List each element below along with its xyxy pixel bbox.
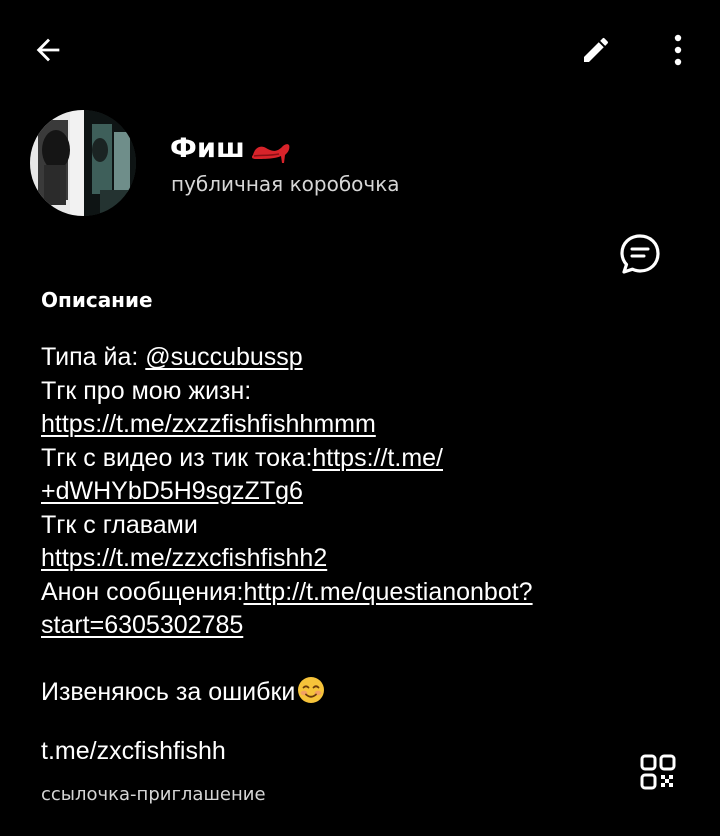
- description-body: Типа йа: @succubussp Тгк про мою жизн: h…: [41, 341, 691, 709]
- mention-link[interactable]: @succubussp: [145, 343, 302, 371]
- channel-name: Фиш: [170, 132, 245, 164]
- edit-button[interactable]: [570, 24, 622, 76]
- qr-code-icon: [640, 754, 676, 790]
- smiling-face-icon: [298, 676, 325, 703]
- channel-avatar[interactable]: [30, 110, 136, 216]
- anon-bot-link-cont[interactable]: start=6305302785: [41, 611, 243, 639]
- chat-bubble-icon: [620, 234, 660, 274]
- description-line: Извеняюсь за ошибки: [41, 676, 691, 710]
- description-line: Тгк с видео из тик тока:https://t.me/: [41, 442, 691, 476]
- arrow-left-icon: [36, 38, 60, 62]
- vertical-dots-icon: [674, 34, 682, 66]
- tiktok-channel-link[interactable]: https://t.me/: [312, 444, 443, 472]
- channel-title-row: Фиш: [170, 128, 291, 168]
- description-line: +dWHYbD5H9sgzZTg6: [41, 475, 691, 509]
- description-text: Типа йа:: [41, 343, 146, 371]
- high-heel-icon: [251, 144, 290, 163]
- comments-button[interactable]: [614, 228, 666, 280]
- qr-code-button[interactable]: [630, 748, 686, 796]
- description-line: Анон сообщения:http://t.me/questianonbot…: [41, 576, 691, 610]
- channel-type-label: публичная коробочка: [171, 172, 400, 196]
- back-button[interactable]: [22, 24, 74, 76]
- anon-bot-link[interactable]: http://t.me/questianonbot?: [244, 578, 533, 606]
- description-text: Анон сообщения:: [41, 577, 244, 606]
- avatar-photo: [30, 110, 136, 216]
- description-line: https://t.me/zxzzfishfishhmmm: [41, 408, 691, 442]
- description-heading: Описание: [41, 288, 153, 312]
- invite-link-caption: ссылочка-приглашение: [41, 784, 266, 805]
- life-channel-link[interactable]: https://t.me/zxzzfishfishhmmm: [41, 410, 376, 438]
- description-line: start=6305302785: [41, 609, 691, 643]
- tiktok-channel-link-cont[interactable]: +dWHYbD5H9sgzZTg6: [41, 477, 303, 505]
- description-text: Извеняюсь за ошибки: [41, 677, 296, 706]
- description-text: Тгк с видео из тик тока:: [41, 443, 313, 472]
- description-line: Типа йа: @succubussp: [41, 341, 691, 375]
- description-line: https://t.me/zzxcfishfishh2: [41, 542, 691, 576]
- description-line: Тгк про мою жизн:: [41, 376, 252, 405]
- description-line: Тгк с главами: [41, 510, 198, 539]
- chapters-channel-link[interactable]: https://t.me/zzxcfishfishh2: [41, 544, 327, 572]
- invite-link[interactable]: t.me/zxcfishfishh: [41, 737, 226, 766]
- pencil-icon: [584, 37, 609, 62]
- more-options-button[interactable]: [654, 24, 702, 76]
